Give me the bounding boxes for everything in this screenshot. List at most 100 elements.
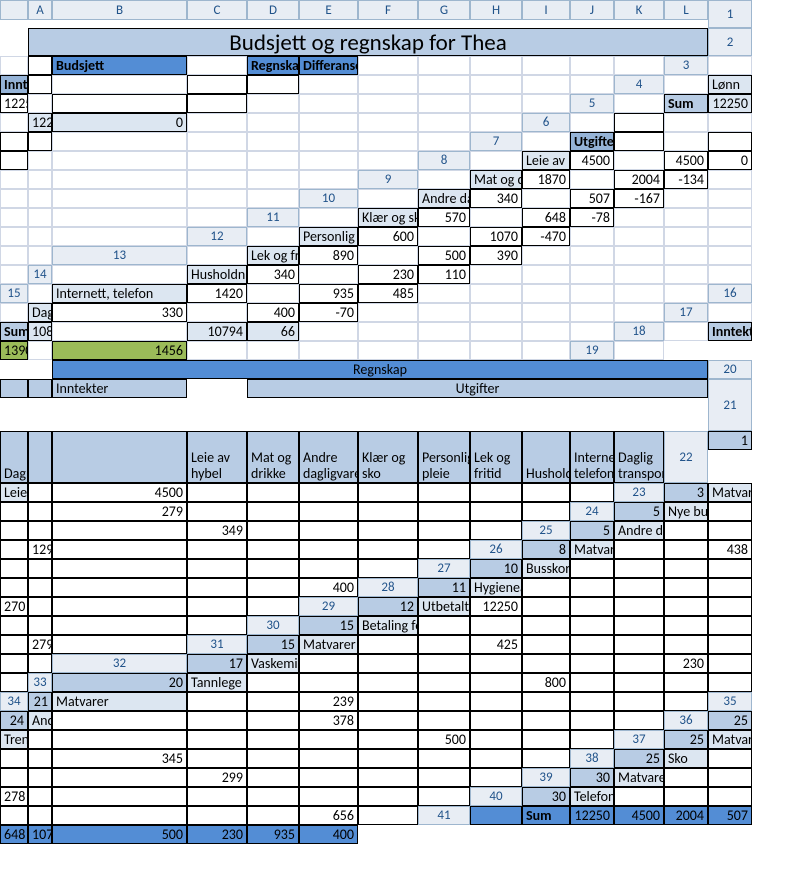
cell[interactable] bbox=[418, 170, 470, 189]
cell[interactable] bbox=[358, 303, 418, 322]
trans-dag[interactable]: 20 bbox=[52, 673, 187, 692]
diff-val[interactable] bbox=[187, 94, 247, 113]
cell[interactable] bbox=[418, 132, 470, 151]
trans-val[interactable] bbox=[0, 654, 28, 673]
trans-val[interactable] bbox=[708, 749, 752, 768]
trans-val[interactable] bbox=[0, 521, 28, 540]
cell[interactable] bbox=[28, 379, 52, 398]
cell[interactable] bbox=[614, 303, 664, 322]
row-header[interactable]: 37 bbox=[614, 730, 664, 749]
col-label[interactable]: Internett, telefon bbox=[570, 431, 614, 483]
budget-val[interactable] bbox=[664, 113, 708, 132]
cell[interactable] bbox=[28, 170, 52, 189]
cell[interactable] bbox=[187, 170, 247, 189]
trans-val[interactable] bbox=[28, 597, 52, 616]
cell[interactable] bbox=[418, 113, 470, 132]
cell[interactable] bbox=[52, 75, 187, 94]
regnskap-val[interactable]: 4500 bbox=[664, 151, 708, 170]
diff-val[interactable]: 390 bbox=[470, 246, 522, 265]
trans-val[interactable] bbox=[299, 654, 358, 673]
budget-label[interactable]: Mat og drikke bbox=[470, 170, 522, 189]
trans-val[interactable] bbox=[418, 692, 470, 711]
col-label[interactable]: Husholdningsartikler bbox=[522, 431, 570, 483]
trans-val[interactable]: 279 bbox=[28, 635, 52, 654]
trans-val[interactable] bbox=[28, 749, 52, 768]
trans-val[interactable] bbox=[299, 540, 358, 559]
trans-label[interactable]: Matvarer bbox=[299, 635, 358, 654]
cell[interactable] bbox=[470, 75, 522, 94]
diff-val[interactable]: 110 bbox=[418, 265, 470, 284]
col-header[interactable]: C bbox=[187, 0, 247, 20]
cell[interactable] bbox=[418, 94, 470, 113]
row-header[interactable]: 4 bbox=[614, 75, 664, 94]
trans-val[interactable] bbox=[418, 768, 470, 787]
trans-label[interactable]: Andre dagligvarer bbox=[614, 521, 664, 540]
row-header[interactable]: 30 bbox=[247, 616, 299, 635]
trans-dag[interactable]: 17 bbox=[187, 654, 247, 673]
trans-val[interactable] bbox=[418, 483, 470, 502]
col-header[interactable]: G bbox=[418, 0, 470, 20]
trans-dag[interactable]: 5 bbox=[570, 521, 614, 540]
budget-val[interactable]: 340 bbox=[470, 189, 522, 208]
cell[interactable] bbox=[299, 208, 358, 227]
row-header[interactable]: 3 bbox=[664, 56, 708, 75]
row-header[interactable]: 2 bbox=[708, 28, 752, 56]
trans-val[interactable] bbox=[187, 692, 247, 711]
budget-val[interactable]: 1870 bbox=[522, 170, 570, 189]
trans-val[interactable] bbox=[247, 768, 299, 787]
trans-val[interactable] bbox=[358, 711, 418, 730]
row-header[interactable]: 38 bbox=[570, 749, 614, 768]
trans-val[interactable] bbox=[28, 768, 52, 787]
trans-dag[interactable]: 24 bbox=[0, 711, 28, 730]
trans-val[interactable] bbox=[28, 787, 52, 806]
trans-val[interactable] bbox=[614, 692, 664, 711]
row-header[interactable]: 19 bbox=[570, 341, 614, 360]
regnskap-val[interactable]: 2004 bbox=[614, 170, 664, 189]
cell[interactable] bbox=[187, 132, 247, 151]
trans-val[interactable] bbox=[247, 502, 299, 521]
trans-val[interactable] bbox=[470, 749, 522, 768]
cell[interactable] bbox=[664, 246, 708, 265]
diff-val[interactable]: 66 bbox=[247, 322, 299, 341]
trans-val[interactable] bbox=[358, 654, 418, 673]
trans-dag[interactable]: 15 bbox=[299, 616, 358, 635]
trans-val[interactable]: 438 bbox=[708, 540, 752, 559]
cell[interactable] bbox=[299, 151, 358, 170]
trans-dag[interactable]: 30 bbox=[570, 768, 614, 787]
trans-label[interactable]: Betaling for internett bbox=[358, 616, 418, 635]
cell[interactable] bbox=[28, 284, 52, 303]
budget-label[interactable]: Inntekter bbox=[0, 75, 28, 94]
cell[interactable] bbox=[358, 113, 418, 132]
trans-val[interactable] bbox=[470, 692, 522, 711]
cell[interactable] bbox=[247, 341, 299, 360]
trans-val[interactable] bbox=[187, 806, 247, 825]
col-header[interactable]: A bbox=[28, 0, 52, 20]
trans-label[interactable]: Andre dagligvarer bbox=[28, 711, 52, 730]
trans-sum-val[interactable]: 12250 bbox=[570, 806, 614, 825]
cell[interactable] bbox=[570, 303, 614, 322]
trans-val[interactable] bbox=[470, 654, 522, 673]
budget-val[interactable]: 570 bbox=[418, 208, 470, 227]
trans-val[interactable] bbox=[187, 730, 247, 749]
col-label[interactable] bbox=[52, 431, 187, 483]
trans-label[interactable]: Sko bbox=[664, 749, 708, 768]
regnskap-val[interactable]: 500 bbox=[418, 246, 470, 265]
trans-val[interactable] bbox=[299, 673, 358, 692]
trans-val[interactable] bbox=[187, 616, 247, 635]
trans-val[interactable] bbox=[28, 616, 52, 635]
row-header[interactable]: 32 bbox=[52, 654, 187, 673]
cell[interactable] bbox=[708, 246, 752, 265]
diff-val[interactable]: -78 bbox=[570, 208, 614, 227]
cell[interactable] bbox=[28, 94, 52, 113]
cell[interactable] bbox=[664, 265, 708, 284]
budget-val[interactable] bbox=[28, 75, 52, 94]
cell[interactable] bbox=[52, 227, 187, 246]
cell[interactable] bbox=[299, 265, 358, 284]
cell[interactable] bbox=[247, 227, 299, 246]
cell[interactable] bbox=[614, 265, 664, 284]
trans-val[interactable] bbox=[247, 787, 299, 806]
trans-val[interactable] bbox=[52, 559, 187, 578]
cell[interactable] bbox=[522, 189, 570, 208]
cell[interactable] bbox=[570, 113, 614, 132]
budget-val[interactable]: 12250 bbox=[0, 94, 28, 113]
